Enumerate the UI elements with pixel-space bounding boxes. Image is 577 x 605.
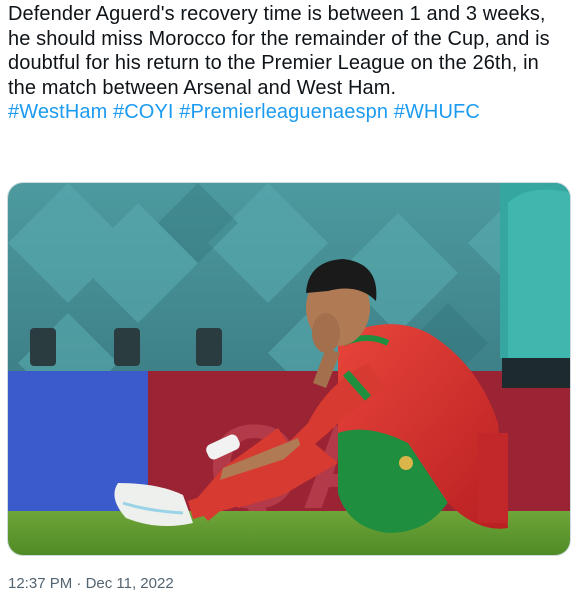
hashtag-premierleaguenaespn[interactable]: #Premierleaguenaespn — [179, 101, 388, 123]
tweet-time[interactable]: 12:37 PM — [8, 575, 72, 592]
hashtag-whufc[interactable]: #WHUFC — [394, 101, 480, 123]
photo-player-sitting-on-pitch: QAT — [8, 183, 570, 555]
tweet-body: Defender Aguerd's recovery time is betwe… — [8, 3, 550, 99]
hashtag-list: #WestHam #COYI #Premierleaguenaespn #WHU… — [8, 100, 570, 125]
timestamp-separator: · — [76, 575, 82, 592]
tweet-photo[interactable]: QAT — [7, 182, 571, 556]
hashtag-coyi[interactable]: #COYI — [113, 101, 174, 123]
tweet-text: Defender Aguerd's recovery time is betwe… — [8, 2, 570, 125]
tweet-timestamp[interactable]: 12:37 PM · Dec 11, 2022 — [8, 575, 174, 592]
hashtag-westham[interactable]: #WestHam — [8, 101, 107, 123]
tweet-date[interactable]: Dec 11, 2022 — [86, 575, 174, 592]
